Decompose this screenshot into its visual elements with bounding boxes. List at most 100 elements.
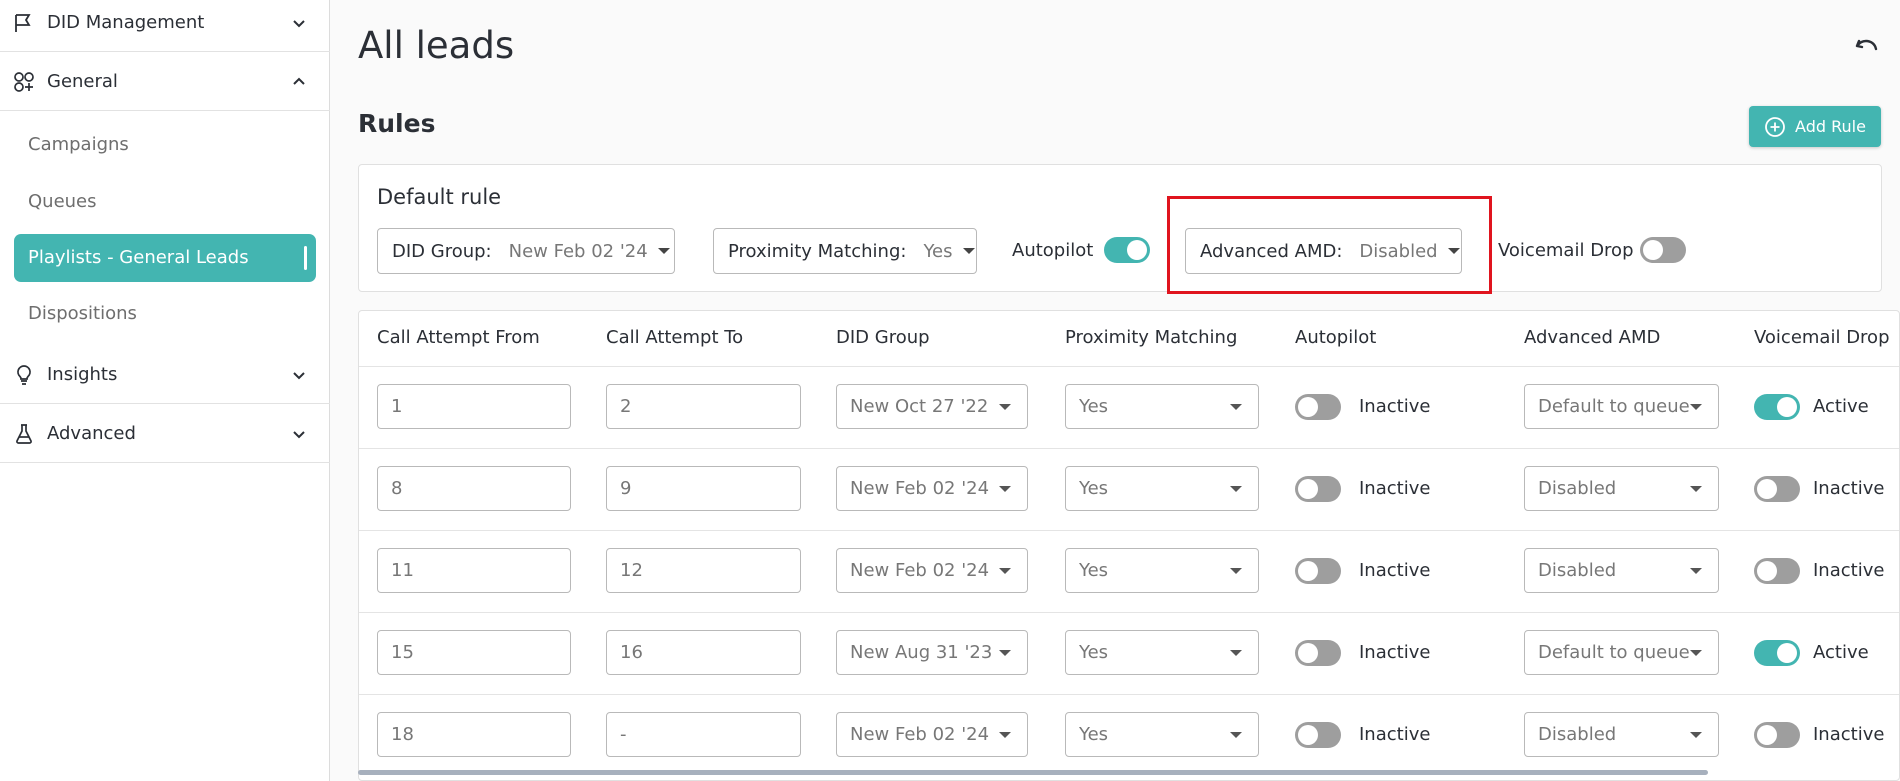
toggle-knob	[1298, 725, 1318, 745]
caret-down-icon	[999, 650, 1011, 656]
horizontal-scrollbar[interactable]	[358, 770, 1708, 775]
did-group-select[interactable]: New Oct 27 '22	[836, 384, 1028, 429]
chevron-down-icon	[293, 19, 305, 27]
proximity-select[interactable]: Yes	[1065, 384, 1259, 429]
select-value: New Feb 02 '24	[850, 478, 990, 499]
sidebar-section-label: General	[47, 71, 118, 92]
voicemail-status: Inactive	[1813, 560, 1885, 581]
add-rule-button[interactable]: Add Rule	[1749, 106, 1881, 147]
advanced-amd-select[interactable]: Disabled	[1524, 548, 1719, 593]
select-value: New Oct 27 '22	[850, 396, 989, 417]
caret-down-icon	[1230, 650, 1242, 656]
rules-title: Rules	[358, 109, 436, 138]
select-value: Disabled	[1538, 560, 1617, 581]
voicemail-toggle[interactable]	[1754, 558, 1800, 584]
voicemail-toggle[interactable]	[1754, 722, 1800, 748]
did-group-select[interactable]: New Feb 02 '24	[836, 712, 1028, 757]
autopilot-toggle[interactable]	[1295, 640, 1341, 666]
did-group-value: New Feb 02 '24	[508, 240, 648, 262]
voicemail-toggle[interactable]	[1754, 394, 1800, 420]
default-did-group-dropdown[interactable]: DID Group: New Feb 02 '24	[377, 228, 675, 274]
sidebar-section-did-management[interactable]: DID Management	[0, 0, 330, 52]
flask-icon	[12, 422, 36, 446]
sidebar-section-insights[interactable]: Insights	[0, 346, 330, 404]
chevron-down-icon	[293, 430, 305, 438]
voicemail-status: Active	[1813, 396, 1869, 417]
autopilot-toggle[interactable]	[1295, 558, 1341, 584]
sidebar-item-playlists-general-leads[interactable]: Playlists - General Leads	[14, 234, 316, 282]
autopilot-status: Inactive	[1359, 478, 1431, 499]
sidebar-item-label: Playlists - General Leads	[28, 247, 249, 268]
caret-down-icon	[1230, 486, 1242, 492]
column-header: Call Attempt To	[606, 327, 744, 348]
default-proximity-dropdown[interactable]: Proximity Matching: Yes	[713, 228, 977, 274]
column-header: Advanced AMD	[1524, 327, 1661, 348]
proximity-label: Proximity Matching:	[728, 240, 907, 262]
autopilot-toggle[interactable]	[1295, 476, 1341, 502]
voicemail-toggle[interactable]	[1754, 476, 1800, 502]
default-voicemail-toggle[interactable]	[1640, 237, 1686, 263]
call-attempt-from-input[interactable]: 1	[377, 384, 571, 429]
select-value: Yes	[1079, 642, 1109, 663]
caret-down-icon	[999, 568, 1011, 574]
caret-down-icon	[1690, 486, 1702, 492]
toggle-knob	[1298, 643, 1318, 663]
add-circle-icon	[1765, 116, 1785, 137]
sidebar-section-label: Insights	[47, 364, 118, 385]
call-attempt-to-input[interactable]: -	[606, 712, 801, 757]
sidebar-item-dispositions[interactable]: Dispositions	[28, 303, 137, 324]
did-group-select[interactable]: New Feb 02 '24	[836, 466, 1028, 511]
toggle-knob	[1777, 397, 1797, 417]
select-value: New Aug 31 '23	[850, 642, 993, 663]
caret-down-icon	[1230, 404, 1242, 410]
caret-down-icon	[962, 248, 975, 254]
autopilot-toggle[interactable]	[1295, 722, 1341, 748]
caret-down-icon	[1690, 650, 1702, 656]
call-attempt-from-input[interactable]: 8	[377, 466, 571, 511]
advanced-amd-select[interactable]: Default to queue	[1524, 630, 1719, 675]
sidebar-item-queues[interactable]: Queues	[28, 191, 97, 212]
proximity-select[interactable]: Yes	[1065, 712, 1259, 757]
table-row: 18 - New Feb 02 '24 Yes Inactive Disable…	[359, 694, 1899, 776]
toggle-knob	[1757, 479, 1777, 499]
select-value: New Feb 02 '24	[850, 724, 990, 745]
call-attempt-to-input[interactable]: 16	[606, 630, 801, 675]
table-row: 8 9 New Feb 02 '24 Yes Inactive Disabled…	[359, 448, 1899, 530]
call-attempt-from-input[interactable]: 15	[377, 630, 571, 675]
did-group-select[interactable]: New Aug 31 '23	[836, 630, 1028, 675]
call-attempt-from-input[interactable]: 18	[377, 712, 571, 757]
shapes-icon	[12, 70, 36, 94]
advanced-amd-select[interactable]: Default to queue	[1524, 384, 1719, 429]
did-group-label: DID Group:	[392, 240, 492, 262]
call-attempt-from-input[interactable]: 11	[377, 548, 571, 593]
autopilot-status: Inactive	[1359, 396, 1431, 417]
undo-icon[interactable]	[1854, 33, 1880, 59]
autopilot-label: Autopilot	[1012, 240, 1094, 261]
proximity-value: Yes	[923, 240, 953, 262]
did-group-select[interactable]: New Feb 02 '24	[836, 548, 1028, 593]
proximity-select[interactable]: Yes	[1065, 466, 1259, 511]
voicemail-toggle[interactable]	[1754, 640, 1800, 666]
autopilot-status: Inactive	[1359, 560, 1431, 581]
caret-down-icon	[1690, 404, 1702, 410]
caret-down-icon	[1690, 568, 1702, 574]
advanced-amd-select[interactable]: Disabled	[1524, 466, 1719, 511]
proximity-select[interactable]: Yes	[1065, 630, 1259, 675]
default-rule-card: Default rule DID Group: New Feb 02 '24 P…	[358, 164, 1882, 292]
toggle-knob	[1777, 643, 1797, 663]
default-autopilot-toggle[interactable]	[1104, 237, 1150, 263]
table-row: 11 12 New Feb 02 '24 Yes Inactive Disabl…	[359, 530, 1899, 612]
proximity-select[interactable]: Yes	[1065, 548, 1259, 593]
select-value: New Feb 02 '24	[850, 560, 990, 581]
autopilot-status: Inactive	[1359, 724, 1431, 745]
sidebar-item-campaigns[interactable]: Campaigns	[28, 134, 129, 155]
call-attempt-to-input[interactable]: 2	[606, 384, 801, 429]
call-attempt-to-input[interactable]: 12	[606, 548, 801, 593]
sidebar-section-advanced[interactable]: Advanced	[0, 405, 330, 463]
call-attempt-to-input[interactable]: 9	[606, 466, 801, 511]
advanced-amd-select[interactable]: Disabled	[1524, 712, 1719, 757]
autopilot-toggle[interactable]	[1295, 394, 1341, 420]
table-row: 15 16 New Aug 31 '23 Yes Inactive Defaul…	[359, 612, 1899, 694]
toggle-knob	[1298, 397, 1318, 417]
sidebar-section-general[interactable]: General	[0, 53, 330, 111]
